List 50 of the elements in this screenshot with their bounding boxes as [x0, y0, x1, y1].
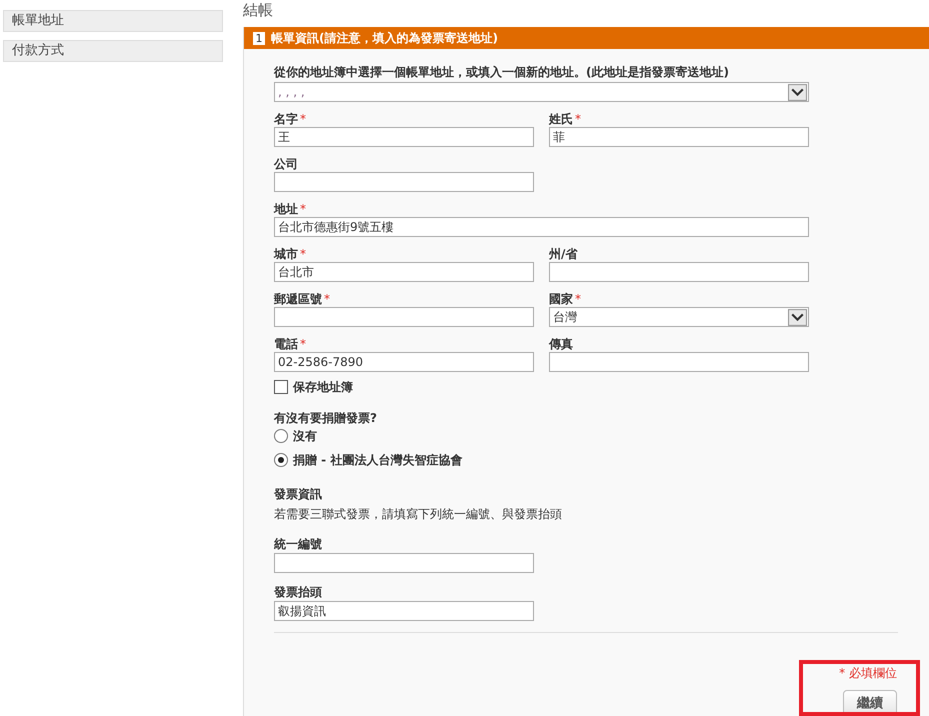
field-label: 從你的地址簿中選擇一個帳單地址，或填入一個新的地址。(此地址是指發票寄送地址) — [274, 65, 730, 79]
field-label: 發票抬頭 — [274, 585, 323, 599]
field-label: 公司 — [274, 157, 298, 171]
radio-button[interactable] — [274, 453, 288, 467]
field-label: 州/省 — [549, 247, 578, 261]
input-field[interactable] — [549, 262, 809, 282]
radio-button[interactable] — [274, 429, 288, 443]
donation-question: 有沒有要捐贈發票? — [274, 411, 378, 425]
sidebar-item[interactable]: 付款方式 — [3, 40, 223, 62]
checkbox-label: 保存地址簿 — [293, 380, 353, 394]
field-label: 統一編號 — [274, 537, 323, 551]
required-mark: * — [300, 337, 306, 351]
input-field[interactable]: 王 — [274, 127, 534, 147]
required-mark: * — [324, 292, 330, 306]
input-field[interactable]: 叡揚資訊 — [274, 601, 534, 621]
field-label: 地址 — [274, 202, 298, 216]
required-mark: * — [575, 292, 581, 306]
section-title: 帳單資訊(請注意，填入的為發票寄送地址) — [271, 30, 498, 46]
required-mark: * — [300, 202, 306, 216]
checkbox[interactable] — [274, 380, 288, 394]
chevron-down-icon — [788, 84, 807, 100]
field-label: 傳真 — [549, 337, 573, 351]
invoice-note: 若需要三聯式發票，請填寫下列統一編號、與發票抬頭 — [274, 506, 563, 523]
radio-label: 沒有 — [293, 429, 317, 443]
input-field[interactable] — [549, 352, 809, 372]
input-field[interactable] — [274, 553, 534, 573]
field-label: 姓氏 — [549, 112, 573, 126]
required-mark: * — [300, 247, 306, 261]
input-field[interactable]: 台北市德惠街9號五樓 — [274, 217, 809, 237]
field-label: 郵遞區號 — [274, 292, 322, 306]
address-select[interactable]: , , , , — [274, 82, 809, 102]
input-field[interactable] — [274, 307, 534, 327]
input-field[interactable]: 菲 — [549, 127, 809, 147]
radio-label: 捐贈 - 社團法人台灣失智症協會 — [293, 453, 462, 467]
required-mark: * — [575, 112, 581, 126]
input-field[interactable] — [274, 172, 534, 192]
page-title: 結帳 — [243, 2, 273, 18]
invoice-info-title: 發票資訊 — [274, 487, 323, 501]
field-label: 城市 — [274, 247, 298, 261]
chevron-down-icon — [788, 308, 807, 326]
sidebar-item[interactable]: 帳單地址 — [3, 10, 223, 32]
country-select[interactable]: 台灣 — [549, 307, 809, 327]
field-label: 名字 — [274, 112, 298, 126]
input-field[interactable]: 02-2586-7890 — [274, 352, 534, 372]
field-label: 國家 — [549, 292, 573, 306]
field-label: 電話 — [274, 337, 298, 351]
required-note: * 必填欄位 — [839, 665, 897, 682]
input-field[interactable]: 台北市 — [274, 262, 534, 282]
step-number: 1 — [253, 32, 265, 44]
required-mark: * — [300, 112, 306, 126]
